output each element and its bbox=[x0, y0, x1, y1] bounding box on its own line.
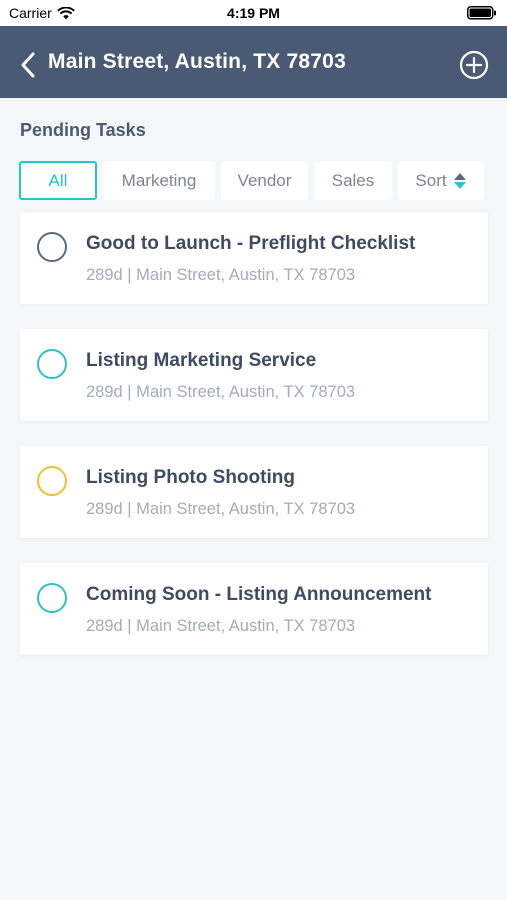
task-title: Coming Soon - Listing Announcement bbox=[86, 584, 432, 605]
sort-button[interactable]: Sort bbox=[398, 161, 484, 200]
sort-icon bbox=[453, 172, 466, 189]
filter-tabs: All Marketing Vendor Sales Sort bbox=[19, 161, 484, 200]
task-card[interactable]: Coming Soon - Listing Announcement 289d … bbox=[20, 563, 488, 655]
tab-label: Marketing bbox=[121, 170, 197, 190]
task-status-circle[interactable] bbox=[37, 583, 67, 613]
task-title: Listing Marketing Service bbox=[86, 350, 317, 371]
tab-label: Vendor bbox=[237, 170, 292, 190]
task-subtitle: 289d | Main Street, Austin, TX 78703 bbox=[86, 617, 356, 635]
chevron-left-icon bbox=[21, 52, 35, 78]
status-bar: Carrier 4:19 PM bbox=[0, 0, 507, 26]
tab-vendor[interactable]: Vendor bbox=[221, 161, 308, 200]
task-title: Listing Photo Shooting bbox=[86, 467, 295, 488]
page-title: Main Street, Austin, TX 78703 bbox=[48, 50, 346, 73]
task-list: Good to Launch - Preflight Checklist 289… bbox=[20, 212, 488, 680]
task-status-circle[interactable] bbox=[37, 349, 67, 379]
tab-all[interactable]: All bbox=[19, 161, 97, 200]
task-subtitle: 289d | Main Street, Austin, TX 78703 bbox=[86, 266, 356, 284]
battery-icon bbox=[467, 6, 497, 23]
tab-label: All bbox=[48, 170, 68, 190]
status-time: 4:19 PM bbox=[227, 5, 280, 21]
tab-marketing[interactable]: Marketing bbox=[103, 161, 215, 200]
task-card[interactable]: Good to Launch - Preflight Checklist 289… bbox=[20, 212, 488, 304]
back-button[interactable] bbox=[18, 52, 42, 78]
add-task-button[interactable] bbox=[459, 50, 489, 80]
task-subtitle: 289d | Main Street, Austin, TX 78703 bbox=[86, 500, 356, 518]
tab-label: Sort bbox=[415, 170, 447, 190]
section-title: Pending Tasks bbox=[20, 120, 146, 140]
nav-bar: Main Street, Austin, TX 78703 bbox=[0, 26, 507, 98]
task-card[interactable]: Listing Marketing Service 289d | Main St… bbox=[20, 329, 488, 421]
task-card[interactable]: Listing Photo Shooting 289d | Main Stree… bbox=[20, 446, 488, 538]
task-subtitle: 289d | Main Street, Austin, TX 78703 bbox=[86, 383, 356, 401]
task-title: Good to Launch - Preflight Checklist bbox=[86, 233, 416, 254]
tab-sales[interactable]: Sales bbox=[314, 161, 392, 200]
task-status-circle[interactable] bbox=[37, 466, 67, 496]
tab-label: Sales bbox=[331, 170, 375, 190]
task-status-circle[interactable] bbox=[37, 232, 67, 262]
plus-circle-icon bbox=[459, 50, 489, 80]
